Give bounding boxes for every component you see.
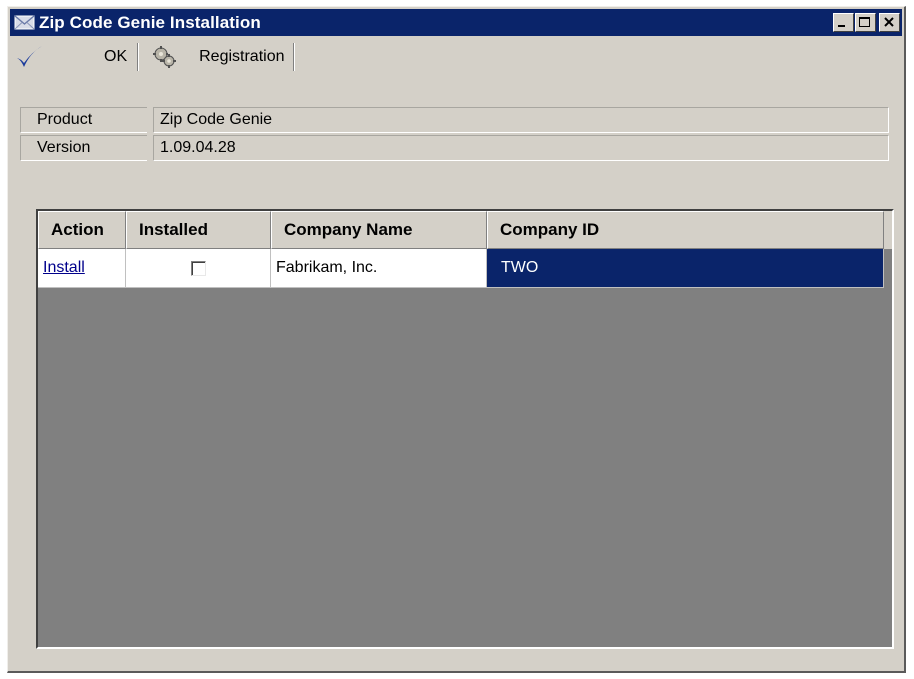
registration-button[interactable]: Registration [151,42,292,72]
version-value: 1.09.04.28 [153,135,889,161]
maximize-button[interactable] [855,13,876,32]
installed-checkbox[interactable] [190,260,206,276]
close-icon [884,17,894,27]
ok-label: OK [104,48,128,65]
minimize-icon [838,25,845,27]
action-cell: Install [38,249,126,288]
table-row[interactable]: Install Fabrikam, Inc. TWO [38,249,892,288]
product-label: Product [20,107,147,133]
toolbar-separator [137,43,140,71]
version-label: Version [20,135,147,161]
gears-icon [153,46,177,68]
registration-label: Registration [199,48,285,65]
grid-header: Action Installed Company Name Company ID [38,211,892,249]
title-bar[interactable]: Zip Code Genie Installation [10,9,902,36]
column-header-action[interactable]: Action [38,211,126,249]
column-header-company-id[interactable]: Company ID [487,211,884,249]
column-header-company-name[interactable]: Company Name [271,211,487,249]
installed-cell [126,249,271,288]
window-controls [832,13,900,32]
envelope-app-icon [14,15,35,30]
product-value: Zip Code Genie [153,107,889,133]
maximize-icon [859,17,870,27]
toolbar-separator [292,43,295,71]
product-row: Product Zip Code Genie [20,107,889,133]
install-link[interactable]: Install [43,259,85,277]
close-button[interactable] [879,13,900,32]
version-row: Version 1.09.04.28 [20,135,889,161]
toolbar: OK Registration [10,38,902,76]
column-header-installed[interactable]: Installed [126,211,271,249]
company-name-cell: Fabrikam, Inc. [271,249,487,288]
ok-button[interactable]: OK [14,42,137,72]
checkmark-icon [17,46,42,67]
minimize-button[interactable] [833,13,854,32]
company-grid[interactable]: Action Installed Company Name Company ID… [36,209,894,649]
company-id-cell[interactable]: TWO [487,249,884,288]
product-info-panel: Product Zip Code Genie Version 1.09.04.2… [20,107,889,163]
window-title: Zip Code Genie Installation [39,12,261,32]
installation-window: Zip Code Genie Installation OK Registrat… [7,6,906,673]
